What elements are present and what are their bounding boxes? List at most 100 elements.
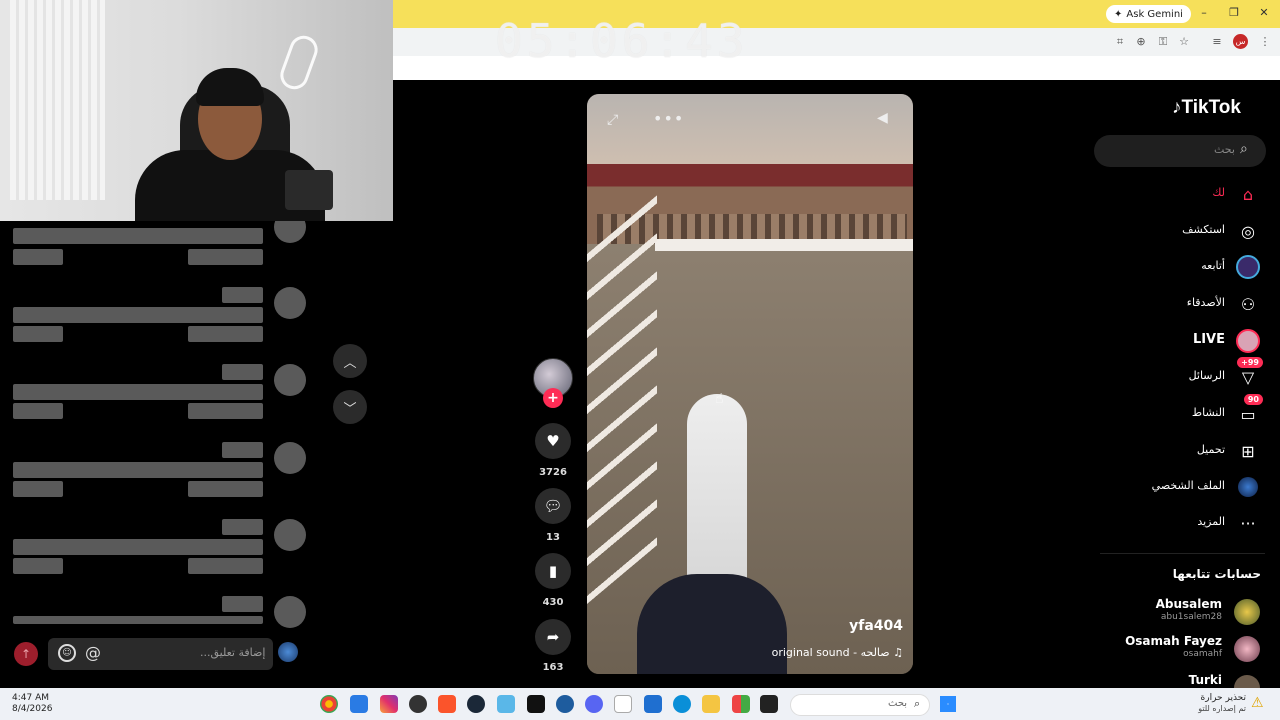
edge-taskbar-icon[interactable] xyxy=(673,695,691,713)
arrow-up-icon: ↑ xyxy=(20,647,32,661)
media-icon[interactable]: ≡ xyxy=(1209,35,1225,48)
nav-live[interactable]: LIVE xyxy=(1100,326,1265,356)
video-fence xyxy=(655,239,913,251)
fullscreen-icon[interactable]: ⤢ xyxy=(607,112,618,128)
zoom-icon[interactable]: ⊕ xyxy=(1133,35,1149,48)
nav-label: LIVE xyxy=(1192,332,1225,347)
app-taskbar-icon[interactable] xyxy=(732,695,750,713)
webcam-overlay xyxy=(0,0,393,221)
nav-friends[interactable]: الأصدقاء ⚇ xyxy=(1100,289,1265,319)
taskbar-search[interactable] xyxy=(790,694,930,716)
store-taskbar-icon[interactable] xyxy=(644,695,662,713)
screen: ✦ Ask Gemini – ❐ ✕ ⌗ ⊕ ⚿ ☆ ≡ س ⋮ 05:06:43 xyxy=(0,0,1280,720)
taskbar-search-placeholder: بحث xyxy=(888,698,908,709)
windows-start-icon[interactable] xyxy=(940,696,956,712)
steam-taskbar-icon[interactable] xyxy=(467,695,485,713)
nav-upload[interactable]: تحميل ⊞ xyxy=(1100,436,1265,466)
mention-icon[interactable]: @ xyxy=(85,643,101,662)
following-accounts-title: حسابات تتابعها xyxy=(1172,567,1261,581)
nav-profile[interactable]: الملف الشخصي xyxy=(1100,472,1265,502)
chevron-down-icon: ﹀ xyxy=(343,401,357,417)
stream-clock-overlay: 05:06:43 xyxy=(495,14,749,68)
nav-explore[interactable]: استكشف ◎ xyxy=(1100,216,1265,246)
account-name: Abusalem xyxy=(1155,597,1222,611)
taskbar-clock[interactable]: 4:47 AM 8/4/2026 xyxy=(12,693,52,715)
send-comment-button[interactable]: ↑ xyxy=(14,642,38,666)
brave-taskbar-icon[interactable] xyxy=(438,695,456,713)
file-explorer-taskbar-icon[interactable] xyxy=(702,695,720,713)
comment-name-skeleton xyxy=(222,596,263,612)
previous-video-button[interactable]: ︿ xyxy=(333,344,367,378)
translate-icon[interactable]: ⌗ xyxy=(1112,35,1128,49)
restore-icon[interactable]: ❐ xyxy=(1226,6,1242,19)
nav-more[interactable]: المزيد ··· xyxy=(1100,508,1265,538)
following-account[interactable]: Turki xyxy=(1100,673,1260,688)
comments-panel[interactable] xyxy=(0,221,320,681)
webcam-microphone xyxy=(285,170,333,210)
save-button[interactable]: ▮ xyxy=(535,553,571,589)
close-icon[interactable]: ✕ xyxy=(1256,6,1272,19)
app-taskbar-icon[interactable] xyxy=(497,695,515,713)
ask-gemini-button[interactable]: ✦ Ask Gemini xyxy=(1106,5,1191,23)
bookmark-star-icon[interactable]: ☆ xyxy=(1176,35,1192,48)
comment-name-skeleton xyxy=(222,287,263,303)
like-button[interactable]: ♥ xyxy=(535,423,571,459)
comment-button[interactable]: 💬︎ xyxy=(535,488,571,524)
comment-text-skeleton xyxy=(13,228,263,244)
account-handle: osamahf xyxy=(1183,649,1222,659)
more-icon: ··· xyxy=(1240,513,1256,533)
warning-icon[interactable]: ⚠ xyxy=(1251,695,1264,711)
taskbar-date: 8/4/2026 xyxy=(12,704,53,714)
nav-messages[interactable]: الرسائل ▽ +99 xyxy=(1100,357,1265,392)
chrome-taskbar-icon[interactable] xyxy=(320,695,338,713)
tiktok-logo-text: TikTok xyxy=(1181,97,1241,118)
comment-meta-skeleton xyxy=(188,403,263,419)
comment-avatar-skeleton xyxy=(274,596,306,628)
nav-label: الأصدقاء xyxy=(1186,296,1225,309)
music-title: original sound - صالحه xyxy=(771,646,890,659)
comment-text-skeleton xyxy=(13,307,263,323)
nav-following[interactable]: أتابعه xyxy=(1100,252,1265,282)
home-icon: ⌂ xyxy=(1242,184,1254,204)
key-icon[interactable]: ⚿ xyxy=(1155,35,1171,49)
emoji-icon[interactable]: ☺ xyxy=(58,644,76,662)
following-account[interactable]: Abusalem abu1salem28 xyxy=(1100,597,1260,633)
discord-taskbar-icon[interactable] xyxy=(585,695,603,713)
browser-profile-avatar[interactable]: س xyxy=(1233,34,1248,49)
instagram-taskbar-icon[interactable] xyxy=(380,695,398,713)
browser-menu-icon[interactable]: ⋮ xyxy=(1257,35,1273,48)
tiktok-note-icon: ♪ xyxy=(1172,97,1182,118)
comment-meta-skeleton xyxy=(13,249,63,265)
volume-icon[interactable]: ◀ xyxy=(877,110,888,126)
nav-activity[interactable]: النشاط ▭ 90 xyxy=(1100,394,1265,429)
upload-icon: ⊞ xyxy=(1241,441,1255,461)
comment-meta-skeleton xyxy=(188,481,263,497)
nav-label: تحميل xyxy=(1196,443,1225,456)
app-taskbar-icon[interactable] xyxy=(614,695,632,713)
weather-alert-title[interactable]: تحذير حرارة xyxy=(1168,693,1246,703)
comment-avatar-skeleton xyxy=(274,221,306,243)
comment-text-skeleton xyxy=(13,616,263,624)
following-account[interactable]: Osamah Fayez osamahf xyxy=(1100,634,1260,670)
nav-label: الملف الشخصي xyxy=(1151,479,1225,492)
next-video-button[interactable]: ﹀ xyxy=(333,390,367,424)
search-icon[interactable]: ⌕ xyxy=(1240,141,1248,157)
video-author-username[interactable]: yfa404 xyxy=(787,618,903,634)
search-placeholder: بحث xyxy=(1214,143,1235,156)
following-icon xyxy=(1236,255,1260,279)
nav-for-you[interactable]: لك ⌂ xyxy=(1100,179,1265,209)
capcut-taskbar-icon[interactable] xyxy=(527,695,545,713)
follow-plus-button[interactable]: + xyxy=(543,388,563,408)
photos-taskbar-icon[interactable] xyxy=(350,695,368,713)
share-button[interactable]: ➦ xyxy=(535,619,571,655)
comment-meta-skeleton xyxy=(188,558,263,574)
minimize-icon[interactable]: – xyxy=(1196,6,1212,19)
tiktok-logo[interactable]: ♪TikTok xyxy=(1172,97,1241,119)
app-taskbar-icon[interactable] xyxy=(556,695,574,713)
terminal-taskbar-icon[interactable] xyxy=(760,695,778,713)
video-more-icon[interactable]: ••• xyxy=(653,109,684,128)
video-player[interactable]: ⤢ ••• ◀ yfa404 original sound - صالحه ♫ xyxy=(587,94,913,674)
messages-icon: ▽ +99 xyxy=(1236,357,1263,389)
obs-taskbar-icon[interactable] xyxy=(409,695,427,713)
video-music-info[interactable]: original sound - صالحه ♫ xyxy=(707,646,903,659)
